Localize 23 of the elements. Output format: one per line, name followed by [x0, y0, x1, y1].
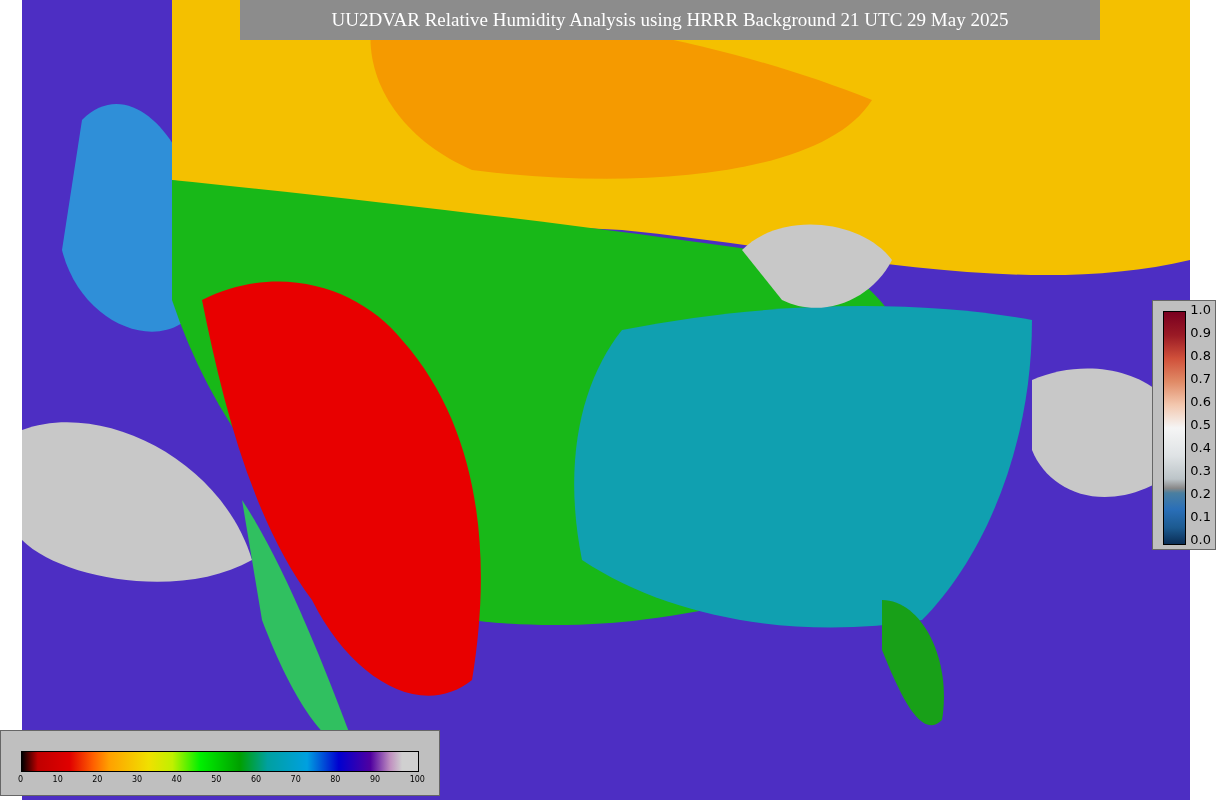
- scale-label: 80: [330, 775, 341, 784]
- scale-label: 0.8: [1190, 349, 1211, 363]
- scale-label: 90: [369, 775, 381, 784]
- scale-label: 60: [250, 775, 262, 784]
- scale-label: 1.0: [1190, 303, 1211, 317]
- scale-label: 20: [92, 775, 103, 784]
- scale-label: 40: [171, 775, 182, 784]
- scale-label: 0.6: [1190, 395, 1211, 409]
- scale-label: 0.7: [1190, 372, 1211, 386]
- scale-label: 10: [52, 775, 63, 784]
- scale-label: 100: [409, 775, 425, 784]
- scale-label: 0.2: [1190, 487, 1211, 501]
- scale-label: 0.1: [1190, 510, 1211, 524]
- scale-label: 0.0: [1190, 533, 1211, 547]
- scale-label: 0.3: [1190, 464, 1211, 478]
- scale-label: 0.5: [1190, 418, 1211, 432]
- scale-label: 0.4: [1190, 441, 1211, 455]
- scale-label: 70: [290, 775, 301, 784]
- scale-label: 50: [211, 775, 222, 784]
- scale-label: 30: [131, 775, 143, 784]
- map-title: UU2DVAR Relative Humidity Analysis using HRRR Background 21 UTC 29 May 2025: [240, 0, 1100, 40]
- scale-label: 0: [18, 775, 24, 784]
- scale-label: 0.9: [1190, 326, 1211, 340]
